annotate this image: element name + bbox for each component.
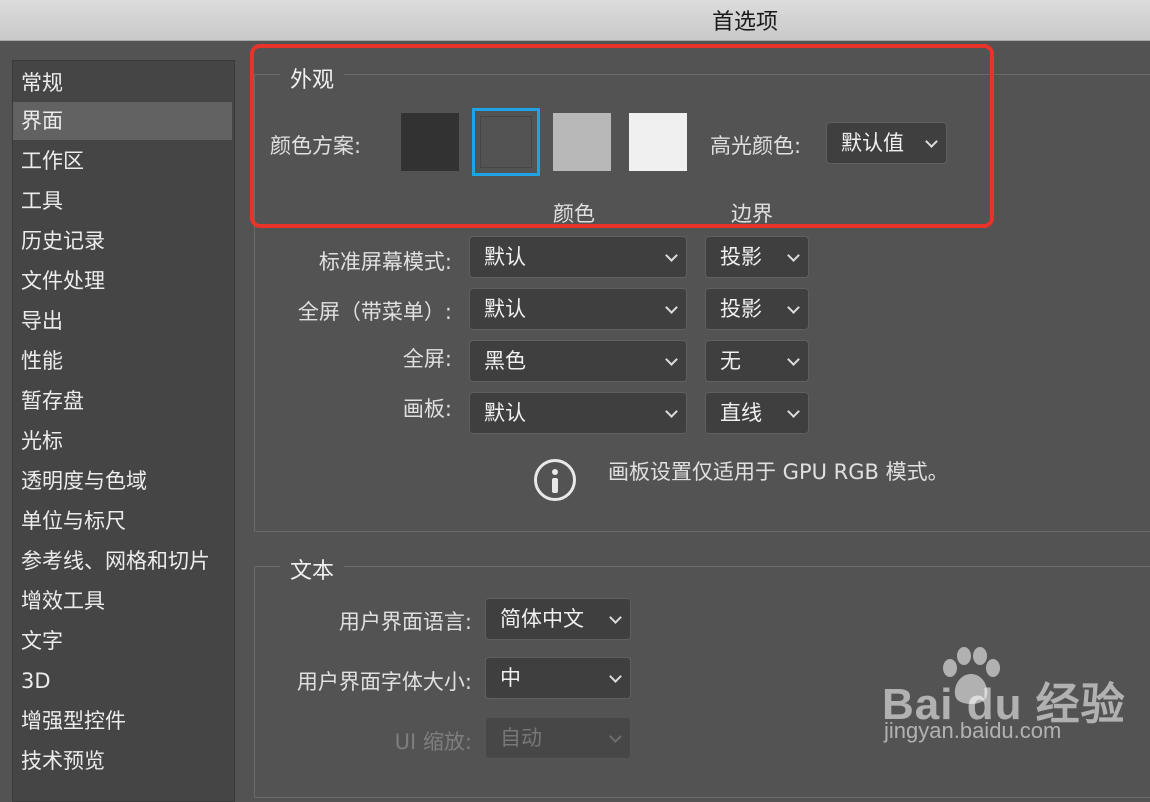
standard-screen-color-dropdown[interactable]: 默认 <box>469 236 687 278</box>
fullscreen-color-dropdown[interactable]: 黑色 <box>469 340 687 382</box>
sidebar-item-plugins[interactable]: 增效工具 <box>13 582 232 620</box>
artboard-label: 画板: <box>402 397 452 421</box>
sidebar-item-3d[interactable]: 3D <box>13 662 232 700</box>
sidebar-item-transparency[interactable]: 透明度与色域 <box>13 462 232 500</box>
chevron-down-icon <box>609 611 622 624</box>
sidebar-item-guides-grid[interactable]: 参考线、网格和切片 <box>13 542 232 580</box>
sidebar-item-tools[interactable]: 工具 <box>13 182 232 220</box>
chevron-down-icon <box>665 353 678 366</box>
chevron-down-icon <box>787 353 800 366</box>
ui-language-dropdown[interactable]: 简体中文 <box>485 598 631 640</box>
chevron-down-icon <box>665 249 678 262</box>
category-sidebar: 常规 界面 工作区 工具 历史记录 文件处理 导出 性能 暂存盘 光标 透明度与… <box>12 60 235 802</box>
window-title: 首选项 <box>711 10 778 35</box>
standard-screen-mode-label: 标准屏幕模式: <box>318 250 452 274</box>
sidebar-item-cursors[interactable]: 光标 <box>13 422 232 460</box>
artboard-color-value: 默认 <box>484 401 526 425</box>
fullscreen-menu-color-dropdown[interactable]: 默认 <box>469 288 687 330</box>
chevron-down-icon <box>665 405 678 418</box>
ui-language-label: 用户界面语言: <box>338 610 472 634</box>
text-legend: 文本 <box>280 553 345 585</box>
ui-scale-label: UI 缩放: <box>394 730 472 754</box>
title-bar: 首选项 <box>0 0 1150 41</box>
sidebar-item-export[interactable]: 导出 <box>13 302 232 340</box>
chevron-down-icon <box>609 730 622 743</box>
info-icon <box>534 459 576 501</box>
ui-font-size-value: 中 <box>500 666 521 690</box>
sidebar-item-scratch-disks[interactable]: 暂存盘 <box>13 382 232 420</box>
watermark-url: jingyan.baidu.com <box>884 718 1062 743</box>
ui-font-size-dropdown[interactable]: 中 <box>485 657 631 699</box>
chevron-down-icon <box>787 249 800 262</box>
annotation-highlight-box <box>250 44 994 228</box>
fullscreen-border-dropdown[interactable]: 无 <box>705 340 809 382</box>
fullscreen-menu-border-value: 投影 <box>720 297 762 321</box>
chevron-down-icon <box>665 301 678 314</box>
ui-language-value: 简体中文 <box>500 607 584 631</box>
ui-scale-dropdown: 自动 <box>485 717 631 759</box>
ui-font-size-label: 用户界面字体大小: <box>296 670 472 694</box>
chevron-down-icon <box>609 670 622 683</box>
chevron-down-icon <box>787 405 800 418</box>
sidebar-item-units-rulers[interactable]: 单位与标尺 <box>13 502 232 540</box>
sidebar-item-performance[interactable]: 性能 <box>13 342 232 380</box>
sidebar-item-enhanced-controls[interactable]: 增强型控件 <box>13 702 232 740</box>
artboard-border-value: 直线 <box>720 401 762 425</box>
sidebar-item-workspace[interactable]: 工作区 <box>13 142 232 180</box>
sidebar-item-interface[interactable]: 界面 <box>13 102 232 140</box>
fullscreen-menu-label: 全屏（带菜单）: <box>297 300 452 324</box>
sidebar-item-file-handling[interactable]: 文件处理 <box>13 262 232 300</box>
artboard-color-dropdown[interactable]: 默认 <box>469 392 687 434</box>
standard-screen-border-value: 投影 <box>720 245 762 269</box>
fullscreen-menu-border-dropdown[interactable]: 投影 <box>705 288 809 330</box>
fullscreen-label: 全屏: <box>402 347 452 371</box>
sidebar-item-tech-preview[interactable]: 技术预览 <box>13 742 232 780</box>
artboard-border-dropdown[interactable]: 直线 <box>705 392 809 434</box>
sidebar-item-history[interactable]: 历史记录 <box>13 222 232 260</box>
sidebar-item-type[interactable]: 文字 <box>13 622 232 660</box>
standard-screen-color-value: 默认 <box>484 245 526 269</box>
standard-screen-border-dropdown[interactable]: 投影 <box>705 236 809 278</box>
fullscreen-menu-color-value: 默认 <box>484 297 526 321</box>
fullscreen-border-value: 无 <box>720 349 741 373</box>
artboard-info-text: 画板设置仅适用于 GPU RGB 模式。 <box>608 460 949 484</box>
fullscreen-color-value: 黑色 <box>484 349 526 373</box>
ui-scale-value: 自动 <box>500 726 542 750</box>
chevron-down-icon <box>787 301 800 314</box>
sidebar-item-general[interactable]: 常规 <box>13 64 232 102</box>
